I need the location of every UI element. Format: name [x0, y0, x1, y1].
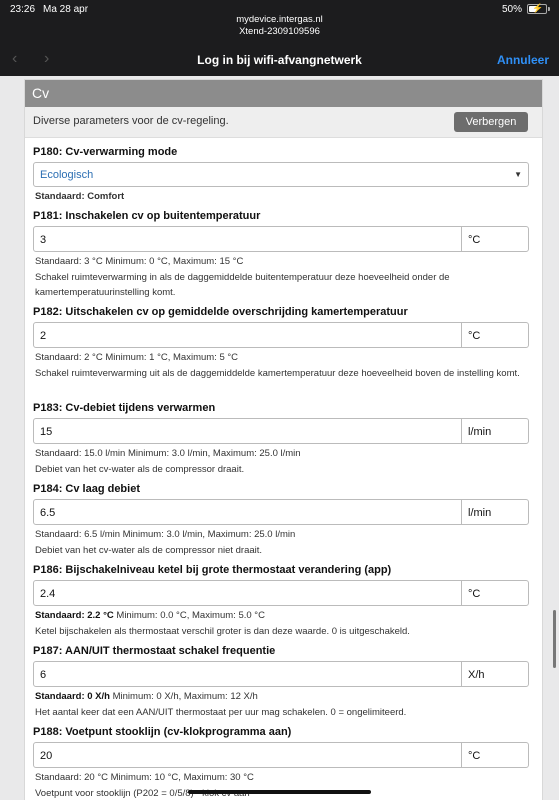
unit-label: X/h	[468, 669, 485, 681]
section-description: Diverse parameters voor de cv-regeling.	[33, 115, 229, 127]
param-label: P180: Cv-verwarming mode	[33, 146, 178, 158]
input-value: 15	[40, 426, 53, 438]
url-host: mydevice.intergas.nl	[236, 14, 323, 25]
unit-addon: X/h	[461, 661, 529, 687]
unit-label: °C	[468, 234, 481, 246]
param-p184: P184: Cv laag debiet 6.5 l/min Standaard…	[33, 483, 529, 558]
param-meta: Standaard: 0 X/h Minimum: 0 X/h, Maximum…	[35, 689, 529, 705]
param-label: P186: Bijschakelniveau ketel bij grote t…	[33, 564, 392, 576]
param-label: P181: Inschakelen cv op buitentemperatuu…	[33, 210, 261, 222]
param-description: Het aantal keer dat een AAN/UIT thermost…	[35, 706, 407, 718]
mode-select[interactable]: Ecologisch ▼	[33, 162, 529, 187]
section-description-bar: Diverse parameters voor de cv-regeling. …	[25, 107, 542, 138]
param-p188: P188: Voetpunt stooklijn (cv-klokprogram…	[33, 726, 529, 800]
param-description: Schakel ruimteverwarming in als de dagge…	[35, 271, 450, 299]
value-input[interactable]: 6.5	[33, 499, 462, 525]
param-default: Standaard: Comfort	[33, 189, 529, 205]
hide-button[interactable]: Verbergen	[454, 112, 528, 132]
section-title: Cv	[25, 80, 542, 107]
param-p182: P182: Uitschakelen cv op gemiddelde over…	[33, 306, 529, 381]
param-label: P182: Uitschakelen cv op gemiddelde over…	[33, 306, 408, 318]
value-input[interactable]: 3	[33, 226, 462, 252]
param-description: Debiet van het cv-water als de compresso…	[35, 463, 245, 475]
param-label: P188: Voetpunt stooklijn (cv-klokprogram…	[33, 726, 292, 738]
unit-label: l/min	[468, 507, 492, 519]
default-value: Comfort	[87, 191, 125, 202]
param-meta: Standaard: 2.2 °C Minimum: 0.0 °C, Maxim…	[35, 608, 529, 624]
page-content: Cv Diverse parameters voor de cv-regelin…	[0, 76, 559, 800]
unit-addon: °C	[461, 742, 529, 768]
nav-bar: ‹ › Log in bij wifi-afvangnetwerk Annule…	[0, 44, 559, 76]
param-range: Minimum: 0 X/h, Maximum: 12 X/h	[109, 691, 258, 702]
unit-addon: °C	[461, 226, 529, 252]
value-input[interactable]: 15	[33, 418, 462, 444]
battery-icon: ⚡	[527, 3, 547, 14]
nav-title: Log in bij wifi-afvangnetwerk	[197, 53, 362, 67]
param-p187: P187: AAN/UIT thermostaat schakel freque…	[33, 645, 529, 720]
value-input[interactable]: 6	[33, 661, 462, 687]
param-p181: P181: Inschakelen cv op buitentemperatuu…	[33, 210, 529, 301]
unit-label: °C	[468, 588, 481, 600]
param-p186: P186: Bijschakelniveau ketel bij grote t…	[33, 564, 529, 639]
input-value: 20	[40, 750, 53, 762]
select-value: Ecologisch	[40, 169, 94, 181]
param-description: Ketel bijschakelen als thermostaat versc…	[35, 625, 410, 637]
param-p180: P180: Cv-verwarming mode Ecologisch ▼ St…	[33, 146, 529, 205]
param-label: P184: Cv laag debiet	[33, 483, 140, 495]
input-value: 2.4	[40, 588, 56, 600]
value-input[interactable]: 2.4	[33, 580, 462, 606]
param-meta: Standaard: 6.5 l/min Minimum: 3.0 l/min,…	[35, 529, 296, 540]
unit-label: °C	[468, 750, 481, 762]
input-value: 6.5	[40, 507, 56, 519]
param-meta: Standaard: 20 °C Minimum: 10 °C, Maximum…	[35, 772, 254, 783]
value-input[interactable]: 2	[33, 322, 462, 348]
param-description: Debiet van het cv-water als de compresso…	[35, 544, 263, 556]
url-device: Xtend-2309109596	[239, 26, 320, 37]
param-range: Minimum: 0.0 °C, Maximum: 5.0 °C	[113, 610, 265, 621]
unit-label: l/min	[468, 426, 492, 438]
unit-addon: l/min	[461, 418, 529, 444]
scrollbar[interactable]	[553, 610, 556, 668]
value-input[interactable]: 20	[33, 742, 462, 768]
unit-label: °C	[468, 330, 481, 342]
default-label: Standaard:	[35, 191, 85, 202]
param-meta: Standaard: 3 °C Minimum: 0 °C, Maximum: …	[35, 256, 244, 267]
battery-tip	[548, 7, 550, 11]
param-label: P183: Cv-debiet tijdens verwarmen	[33, 402, 216, 414]
param-default-bold: Standaard: 0 X/h	[35, 691, 110, 702]
caret-down-icon: ▼	[514, 170, 522, 179]
param-description: Schakel ruimteverwarming uit als de dagg…	[35, 367, 520, 379]
cancel-button[interactable]: Annuleer	[497, 53, 549, 67]
param-meta: Standaard: 2 °C Minimum: 1 °C, Maximum: …	[35, 352, 239, 363]
unit-addon: °C	[461, 322, 529, 348]
param-default-bold: Standaard: 2.2 °C	[35, 610, 114, 621]
cv-section: Cv Diverse parameters voor de cv-regelin…	[24, 79, 543, 800]
unit-addon: l/min	[461, 499, 529, 525]
input-value: 2	[40, 330, 47, 342]
param-label: P187: AAN/UIT thermostaat schakel freque…	[33, 645, 276, 657]
url-bar: mydevice.intergas.nl Xtend-2309109596	[0, 14, 559, 38]
input-value: 6	[40, 669, 47, 681]
home-indicator[interactable]	[188, 790, 371, 794]
input-value: 3	[40, 234, 47, 246]
param-meta: Standaard: 15.0 l/min Minimum: 3.0 l/min…	[35, 448, 301, 459]
param-p183: P183: Cv-debiet tijdens verwarmen 15 l/m…	[33, 402, 529, 477]
unit-addon: °C	[461, 580, 529, 606]
